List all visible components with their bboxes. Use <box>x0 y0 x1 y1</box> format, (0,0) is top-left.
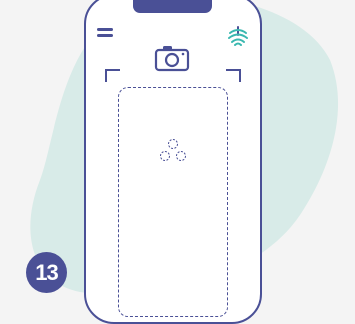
phone-notch <box>133 0 212 13</box>
three-circles-icon <box>160 139 186 161</box>
document-placeholder <box>118 87 228 317</box>
hamburger-menu-icon[interactable] <box>97 28 113 41</box>
step-number-badge: 13 <box>26 252 67 293</box>
fingerprint-logo-icon <box>228 26 248 46</box>
